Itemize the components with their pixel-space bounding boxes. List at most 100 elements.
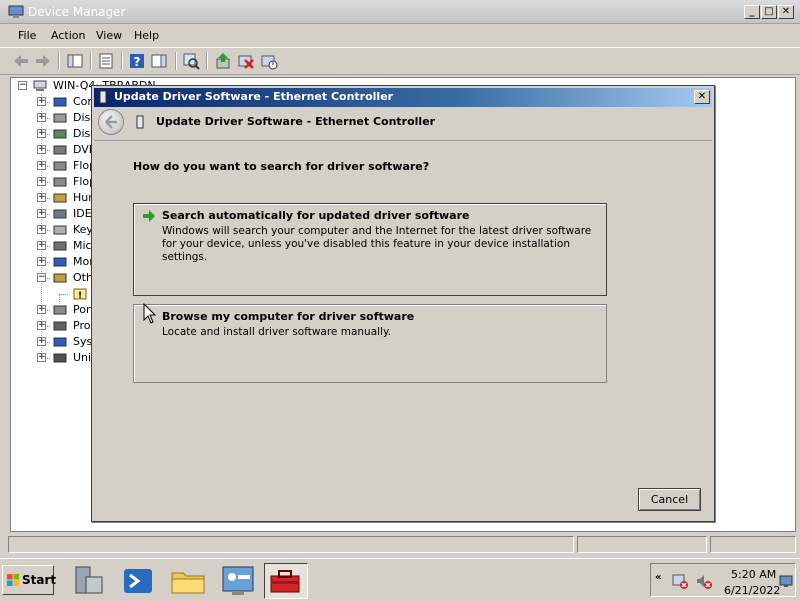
green-arrow-icon bbox=[143, 210, 155, 222]
floppy-controller-icon bbox=[53, 161, 67, 171]
show-hidden-icons-button[interactable]: « bbox=[655, 572, 661, 583]
menu-file[interactable]: File bbox=[18, 29, 36, 42]
expand-toggle[interactable]: + bbox=[37, 161, 46, 170]
computer-icon bbox=[53, 97, 67, 107]
show-desktop-icon[interactable] bbox=[779, 574, 793, 588]
expand-toggle[interactable]: + bbox=[37, 257, 46, 266]
status-bar bbox=[0, 534, 800, 554]
dialog-content: How do you want to search for driver sof… bbox=[94, 140, 712, 480]
collapse-toggle[interactable]: − bbox=[37, 273, 46, 282]
update-driver-icon[interactable] bbox=[214, 52, 232, 70]
svg-text:!: ! bbox=[78, 291, 82, 300]
expand-toggle[interactable]: + bbox=[37, 113, 46, 122]
device-manager-taskbar-button[interactable] bbox=[264, 563, 308, 599]
system-tray: « 5:20 AM 6/21/2022 bbox=[650, 563, 796, 597]
powershell-icon[interactable] bbox=[118, 563, 158, 599]
dialog-title: Update Driver Software - Ethernet Contro… bbox=[114, 90, 394, 103]
expand-toggle[interactable]: + bbox=[37, 337, 46, 346]
dialog-header-title: Update Driver Software - Ethernet Contro… bbox=[156, 115, 436, 128]
dialog-close-button[interactable]: ✕ bbox=[694, 90, 710, 104]
help-icon[interactable]: ? bbox=[128, 52, 146, 70]
dvd-drive-icon bbox=[53, 145, 67, 155]
expand-toggle[interactable]: + bbox=[37, 193, 46, 202]
update-driver-dialog: Update Driver Software - Ethernet Contro… bbox=[91, 85, 715, 522]
processor-icon bbox=[53, 321, 67, 331]
system-device-icon bbox=[53, 337, 67, 347]
device-manager-icon bbox=[8, 5, 24, 18]
expand-toggle[interactable]: + bbox=[37, 305, 46, 314]
network-control-panel-icon[interactable] bbox=[218, 563, 258, 599]
usb-controller-icon bbox=[53, 353, 67, 363]
uninstall-icon[interactable] bbox=[237, 52, 255, 70]
show-hide-action-pane-icon[interactable] bbox=[150, 52, 168, 70]
device-manager-titlebar[interactable]: Device Manager _ □ ✕ bbox=[0, 0, 800, 24]
human-interface-icon bbox=[53, 193, 67, 203]
computer-root-icon bbox=[33, 80, 47, 91]
maximize-button[interactable]: □ bbox=[761, 5, 777, 19]
collapse-toggle[interactable]: − bbox=[18, 81, 27, 90]
expand-toggle[interactable]: + bbox=[37, 241, 46, 250]
disable-device-icon[interactable] bbox=[260, 52, 278, 70]
mouse-cursor-icon bbox=[143, 303, 157, 324]
explorer-folder-icon[interactable] bbox=[168, 563, 208, 599]
warning-device-icon: ! bbox=[73, 288, 87, 300]
network-warning-icon[interactable] bbox=[671, 572, 689, 590]
toolbar-separator bbox=[175, 52, 177, 70]
back-arrow-icon bbox=[105, 115, 117, 129]
expand-toggle[interactable]: + bbox=[37, 209, 46, 218]
toolbar-separator bbox=[121, 52, 123, 70]
back-button[interactable] bbox=[98, 109, 124, 135]
expand-toggle[interactable]: + bbox=[37, 177, 46, 186]
option-auto-description: Windows will search your computer and th… bbox=[162, 225, 592, 263]
monitor-icon bbox=[53, 257, 67, 267]
start-label: Start bbox=[22, 573, 57, 587]
toolbar-separator bbox=[58, 52, 60, 70]
expand-toggle[interactable]: + bbox=[37, 225, 46, 234]
expand-toggle[interactable]: + bbox=[37, 145, 46, 154]
option-auto-title: Search automatically for updated driver … bbox=[162, 209, 470, 222]
toolbar-separator bbox=[90, 52, 92, 70]
close-button[interactable]: ✕ bbox=[778, 5, 794, 19]
toolbar: ? bbox=[0, 47, 800, 75]
volume-muted-icon[interactable] bbox=[695, 572, 713, 590]
menu-view[interactable]: View bbox=[96, 29, 122, 42]
disk-drive-icon bbox=[53, 113, 67, 123]
search-question: How do you want to search for driver sof… bbox=[133, 160, 430, 173]
cancel-button[interactable]: Cancel bbox=[638, 488, 701, 511]
option-browse-description: Locate and install driver software manua… bbox=[162, 326, 392, 338]
start-button[interactable]: Start bbox=[2, 565, 57, 595]
server-manager-icon[interactable] bbox=[68, 563, 108, 599]
port-icon bbox=[53, 305, 67, 315]
window-title: Device Manager bbox=[28, 5, 126, 19]
tree-item-label: IDE bbox=[73, 207, 92, 220]
tree-item-label: Key bbox=[73, 223, 93, 236]
toolbox-icon bbox=[270, 570, 300, 593]
forward-arrow-icon[interactable] bbox=[34, 52, 52, 70]
browse-computer-option[interactable]: Browse my computer for driver software L… bbox=[133, 304, 607, 383]
other-devices-icon bbox=[53, 273, 67, 283]
scan-hardware-icon[interactable] bbox=[182, 52, 200, 70]
toolbar-separator bbox=[206, 52, 208, 70]
expand-toggle[interactable]: + bbox=[37, 353, 46, 362]
menu-action[interactable]: Action bbox=[51, 29, 85, 42]
floppy-drive-icon bbox=[53, 177, 67, 187]
expand-toggle[interactable]: + bbox=[37, 97, 46, 106]
minimize-button[interactable]: _ bbox=[744, 5, 760, 19]
status-pane-tertiary bbox=[710, 536, 796, 553]
search-automatically-option[interactable]: Search automatically for updated driver … bbox=[133, 203, 607, 296]
menu-help[interactable]: Help bbox=[134, 29, 159, 42]
clock-time[interactable]: 5:20 AM bbox=[731, 568, 776, 581]
tree-item-label: Oth bbox=[73, 271, 93, 284]
expand-toggle[interactable]: + bbox=[37, 129, 46, 138]
properties-icon[interactable] bbox=[97, 52, 115, 70]
status-pane-main bbox=[8, 536, 574, 553]
back-arrow-icon[interactable] bbox=[12, 52, 30, 70]
dialog-titlebar[interactable]: Update Driver Software - Ethernet Contro… bbox=[94, 88, 712, 107]
tree-connector bbox=[60, 294, 68, 295]
taskbar: Start « 5:20 AM 6/21/2022 bbox=[0, 558, 800, 600]
dialog-header: Update Driver Software - Ethernet Contro… bbox=[94, 107, 712, 140]
show-hide-tree-icon[interactable] bbox=[66, 52, 84, 70]
clock-date[interactable]: 6/21/2022 bbox=[724, 584, 780, 597]
keyboard-icon bbox=[53, 225, 67, 235]
expand-toggle[interactable]: + bbox=[37, 321, 46, 330]
